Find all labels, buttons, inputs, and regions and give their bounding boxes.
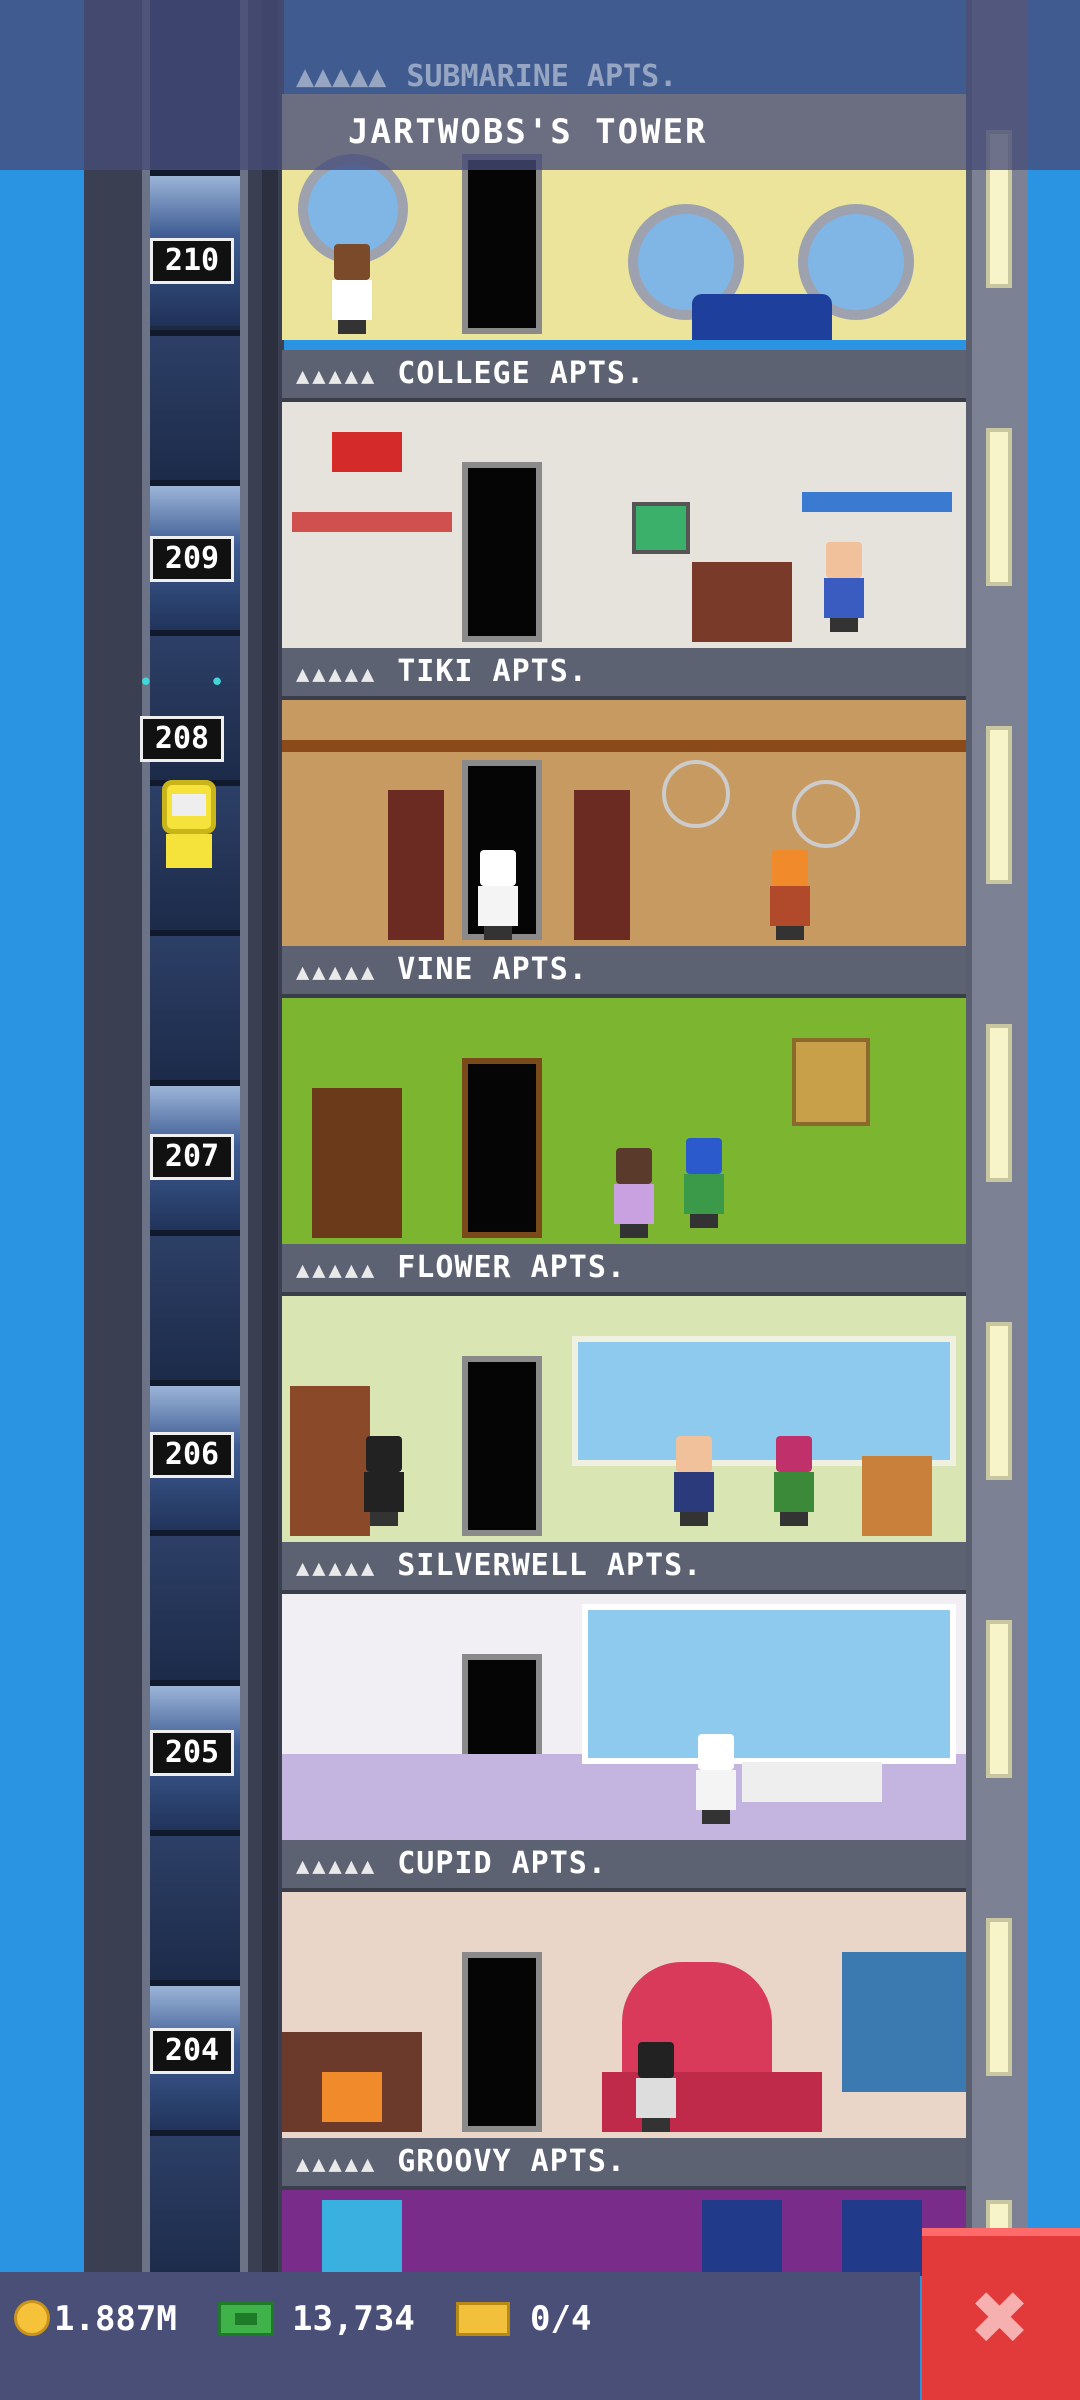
bitizen[interactable] — [822, 542, 866, 632]
elevator-bitizen[interactable] — [158, 780, 220, 870]
bitizen-pilot[interactable] — [634, 2042, 678, 2132]
tiki-statue — [388, 790, 444, 940]
tiki-statue — [574, 790, 630, 940]
tower-window — [986, 1918, 1012, 2076]
bunk-bed — [292, 512, 452, 532]
coins-value: 1.887M — [54, 2299, 177, 2339]
painting — [792, 1038, 870, 1126]
ticket-icon — [456, 2302, 510, 2336]
floor-label-submarine: ▲▲▲▲▲ SUBMARINE APTS. — [296, 59, 678, 94]
bux-value: 13,734 — [292, 2299, 415, 2339]
shaft-segment — [150, 930, 240, 1086]
sofa — [692, 294, 832, 340]
bitizen-fairy[interactable] — [612, 1148, 656, 1238]
floor-number-207: 207 — [150, 1134, 234, 1180]
tower-window — [986, 428, 1012, 586]
floor-label: ▲▲▲▲▲ SILVERWELL APTS. — [282, 1542, 966, 1594]
fire — [322, 2072, 382, 2122]
room-door — [462, 1058, 542, 1238]
sofa — [742, 1762, 882, 1802]
pennant-flag — [332, 432, 402, 472]
bitizen-chef[interactable] — [694, 1734, 738, 1824]
close-button[interactable]: ✖ — [922, 2228, 1080, 2400]
bitizen-pilot[interactable] — [362, 1436, 406, 1526]
armchair — [862, 1456, 932, 1536]
shaft-segment — [150, 330, 240, 486]
floor-number-205: 205 — [150, 1730, 234, 1776]
tower-window — [986, 726, 1012, 884]
tower-window — [986, 1024, 1012, 1182]
floor-name: GROOVY APTS. — [397, 2144, 626, 2179]
floor-label: ▲▲▲▲▲ GROOVY APTS. — [282, 2138, 966, 2190]
floor-tiki-apts[interactable]: ▲▲▲▲▲ TIKI APTS. — [282, 648, 966, 946]
floor-number-208: 208 — [140, 716, 224, 762]
union-jack — [702, 2200, 782, 2276]
floor-silverwell-apts[interactable]: ▲▲▲▲▲ SILVERWELL APTS. — [282, 1542, 966, 1840]
room-groovy[interactable] — [282, 2190, 966, 2276]
tower-window — [986, 1322, 1012, 1480]
tiki-beam — [282, 740, 966, 752]
shaft-segment — [150, 630, 240, 786]
floor-number-204: 204 — [150, 2028, 234, 2074]
room-door — [462, 1952, 542, 2132]
room-door — [462, 462, 542, 642]
room-college[interactable] — [282, 402, 966, 648]
union-jack — [842, 2200, 922, 2276]
floor-name: FLOWER APTS. — [397, 1250, 626, 1285]
floor-number-206: 206 — [150, 1432, 234, 1478]
bunk-bed — [802, 492, 952, 512]
window — [572, 1336, 956, 1466]
room-door — [462, 154, 542, 334]
window — [842, 1952, 966, 2092]
tickets-value: 0/4 — [530, 2299, 592, 2339]
bitizen[interactable] — [772, 1436, 816, 1526]
bookshelf — [692, 562, 792, 642]
bitizen[interactable] — [682, 1138, 726, 1228]
floor-name: COLLEGE APTS. — [397, 356, 646, 391]
bux-icon — [218, 2302, 274, 2336]
coin-icon — [14, 2300, 50, 2336]
shaft-segment — [150, 1230, 240, 1386]
monitor — [632, 502, 690, 554]
floor-name: VINE APTS. — [397, 952, 588, 987]
room-tiki[interactable] — [282, 700, 966, 946]
bitizen[interactable] — [672, 1436, 716, 1526]
floor-label: ▲▲▲▲▲ VINE APTS. — [282, 946, 966, 998]
elevator-rail — [262, 0, 278, 2300]
floor-name: SILVERWELL APTS. — [397, 1548, 703, 1583]
bitizen[interactable] — [330, 244, 374, 334]
bookshelf — [312, 1088, 402, 1238]
floor-cupid-apts[interactable]: ▲▲▲▲▲ CUPID APTS. — [282, 1840, 966, 2138]
room-silverwell[interactable] — [282, 1594, 966, 1840]
floor-groovy-apts[interactable]: ▲▲▲▲▲ GROOVY APTS. — [282, 2138, 966, 2278]
floor-number-210: 210 — [150, 238, 234, 284]
floor-college-apts[interactable]: ▲▲▲▲▲ COLLEGE APTS. — [282, 350, 966, 648]
tower-window — [986, 1620, 1012, 1778]
bookshelf — [290, 1386, 370, 1536]
room-vine[interactable] — [282, 998, 966, 1244]
close-icon: ✖ — [972, 2261, 1030, 2373]
floor-label: ▲▲▲▲▲ COLLEGE APTS. — [282, 350, 966, 402]
room-door — [462, 1356, 542, 1536]
shaft-segment — [150, 2130, 240, 2286]
bitizen-builder[interactable] — [768, 850, 812, 940]
bitizen-chef[interactable] — [476, 850, 520, 940]
bird-cage — [662, 760, 730, 828]
shaft-segment — [150, 1830, 240, 1986]
floor-label: ▲▲▲▲▲ CUPID APTS. — [282, 1840, 966, 1892]
shaft-segment — [150, 1530, 240, 1686]
tower-title: JARTWOBS'S TOWER — [348, 112, 708, 152]
room-flower[interactable] — [282, 1296, 966, 1542]
floor-name: TIKI APTS. — [397, 654, 588, 689]
floor-vine-apts[interactable]: ▲▲▲▲▲ VINE APTS. — [282, 946, 966, 1244]
bird-cage — [792, 780, 860, 848]
floor-label: ▲▲▲▲▲ FLOWER APTS. — [282, 1244, 966, 1296]
window — [582, 1604, 956, 1764]
floor-name: CUPID APTS. — [397, 1846, 607, 1881]
floor-flower-apts[interactable]: ▲▲▲▲▲ FLOWER APTS. — [282, 1244, 966, 1542]
floor-number-209: 209 — [150, 536, 234, 582]
floor-label: ▲▲▲▲▲ TIKI APTS. — [282, 648, 966, 700]
room-cupid[interactable] — [282, 1892, 966, 2138]
light — [322, 2200, 402, 2276]
